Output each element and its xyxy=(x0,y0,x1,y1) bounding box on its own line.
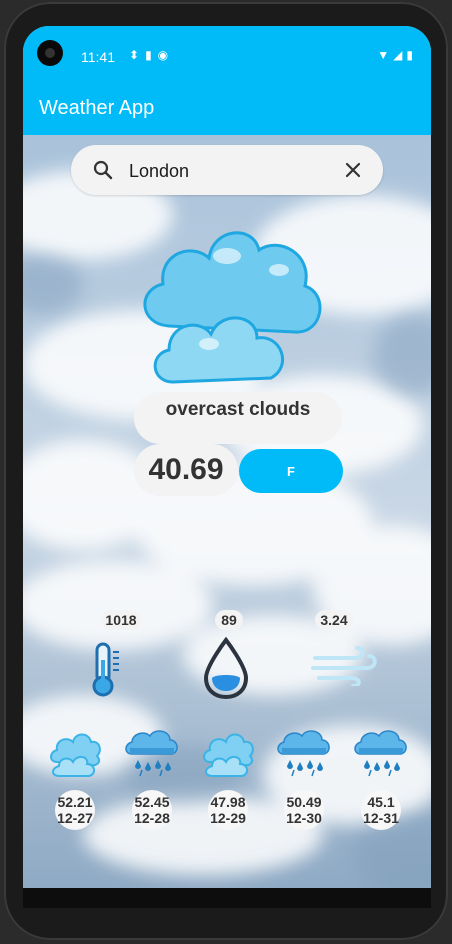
search-bar[interactable] xyxy=(71,145,383,195)
forecast-day-1: 52.21 12-27 xyxy=(55,790,95,830)
wind-icon xyxy=(311,646,377,686)
app-notification-icon: ◉ xyxy=(157,48,175,62)
pressure-value: 1018 xyxy=(101,610,141,630)
forecast-temp: 52.21 xyxy=(57,794,93,810)
app-title: Weather App xyxy=(39,97,155,119)
humidity-drop-icon xyxy=(203,636,249,700)
app-screen: 11:41 ⬍▮◉ ▼◢▮ Weather App London overcas… xyxy=(23,26,431,888)
status-time: 11:41 xyxy=(81,49,115,65)
rain-cloud-icon xyxy=(353,728,409,780)
forecast-temp: 45.1 xyxy=(367,794,395,810)
search-icon[interactable] xyxy=(91,158,115,182)
status-icons-left: ⬍▮◉ xyxy=(129,48,174,62)
forecast-temp: 47.98 xyxy=(210,794,246,810)
current-temperature: 40.69 xyxy=(134,444,238,496)
status-bar: 11:41 ⬍▮◉ ▼◢▮ xyxy=(23,26,431,88)
rain-cloud-icon xyxy=(276,728,332,780)
weather-description: overcast clouds xyxy=(134,392,342,444)
wind-speed-value: 3.24 xyxy=(315,610,353,630)
forecast-date: 12-30 xyxy=(286,810,322,826)
status-icons-right: ▼◢▮ xyxy=(377,48,417,62)
forecast-date: 12-28 xyxy=(134,810,170,826)
app-bar: Weather App xyxy=(23,88,431,135)
forecast-day-5: 45.1 12-31 xyxy=(361,790,401,830)
unit-toggle-button[interactable]: F xyxy=(239,449,343,493)
humidity-value: 89 xyxy=(215,610,243,630)
thermometer-icon xyxy=(92,642,119,697)
close-icon[interactable] xyxy=(341,158,365,182)
forecast-day-2: 52.45 12-28 xyxy=(132,790,172,830)
wifi-icon: ▼ xyxy=(377,48,394,62)
forecast-date: 12-27 xyxy=(57,810,93,826)
forecast-day-4: 50.49 12-30 xyxy=(284,790,324,830)
front-camera xyxy=(37,40,63,66)
rain-cloud-icon xyxy=(124,728,180,780)
cloud-icon xyxy=(143,231,322,384)
signal-icon: ◢ xyxy=(393,48,407,62)
navigation-icon: ⬍ xyxy=(129,48,146,62)
battery-icon: ▮ xyxy=(406,48,417,62)
navigation-bar xyxy=(23,888,431,908)
cloud-icon xyxy=(200,728,256,780)
forecast-temp: 50.49 xyxy=(286,794,322,810)
cloud-icon xyxy=(47,728,103,780)
forecast-day-3: 47.98 12-29 xyxy=(208,790,248,830)
sd-card-icon: ▮ xyxy=(145,48,158,62)
forecast-temp: 52.45 xyxy=(134,794,170,810)
search-input[interactable] xyxy=(127,157,331,185)
forecast-date: 12-29 xyxy=(210,810,246,826)
forecast-date: 12-31 xyxy=(363,810,399,826)
